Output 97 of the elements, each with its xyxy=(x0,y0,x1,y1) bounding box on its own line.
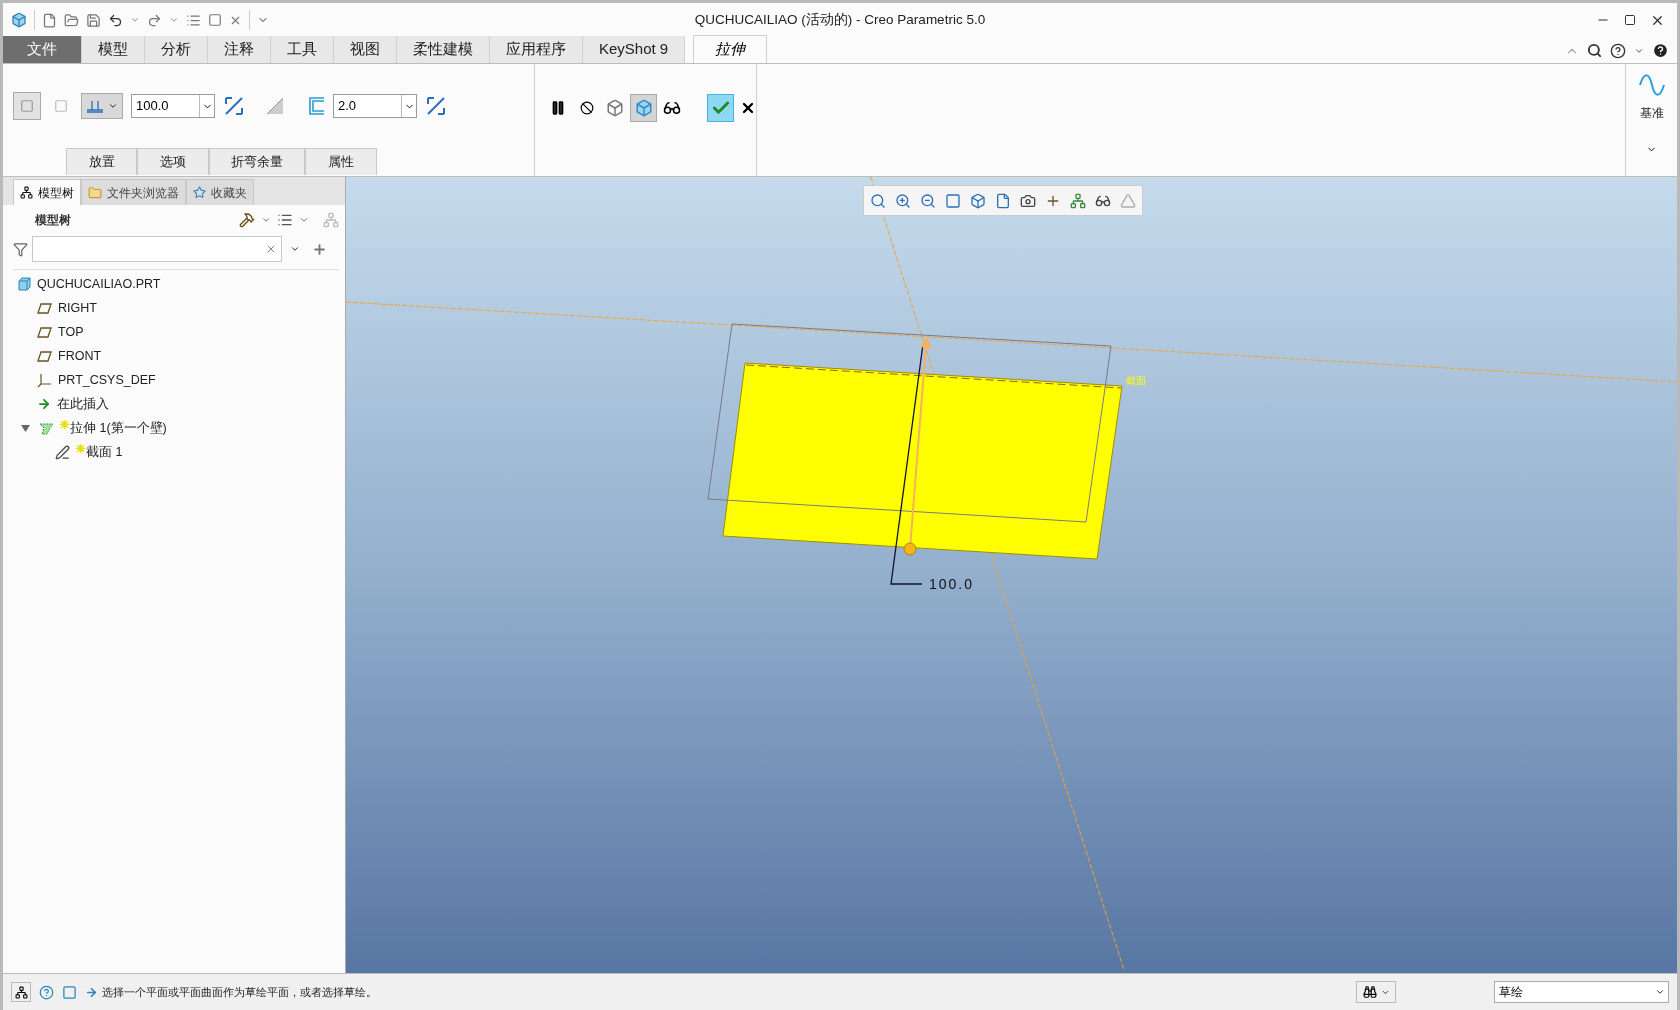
new-file-icon[interactable] xyxy=(42,12,57,28)
mode-dropdown[interactable]: 草绘 xyxy=(1494,981,1669,1003)
caret-icon[interactable] xyxy=(299,215,309,225)
panel-tab[interactable]: 属性 xyxy=(305,148,377,175)
folder-icon xyxy=(88,185,102,200)
arrow-icon xyxy=(85,985,98,999)
app-cube-icon[interactable] xyxy=(11,12,27,28)
caret-icon[interactable] xyxy=(261,215,271,225)
status-message: 选择一个平面或平面曲面作为草绘平面，或者选择草绘。 xyxy=(102,984,377,1000)
panel-title: 模型树 xyxy=(35,212,71,229)
ribbon-tab[interactable]: 视图 xyxy=(334,36,397,63)
help-icon[interactable] xyxy=(1652,42,1669,59)
caret-icon xyxy=(108,101,118,111)
tree-item[interactable]: RIGHT xyxy=(58,298,97,318)
zoom-fit-icon[interactable] xyxy=(870,192,886,209)
tree-item[interactable]: 在此插入 xyxy=(57,394,109,414)
maximize-icon[interactable] xyxy=(1624,14,1636,26)
open-folder-icon[interactable] xyxy=(64,12,79,28)
flip-arrow-icon[interactable] xyxy=(223,95,245,117)
add-icon[interactable] xyxy=(312,241,327,257)
ribbon-tab[interactable]: 模型 xyxy=(82,36,145,63)
windows-icon[interactable] xyxy=(208,13,222,27)
zoom-in-icon[interactable] xyxy=(895,192,911,209)
plane-icon xyxy=(37,350,52,362)
zoom-out-icon[interactable] xyxy=(920,192,936,209)
wireframe-cube-icon xyxy=(606,99,625,117)
filter-icon[interactable] xyxy=(13,241,28,257)
depth-option-button[interactable] xyxy=(81,93,123,119)
camera-icon[interactable] xyxy=(1020,192,1036,209)
ribbon-tab[interactable]: 文件 xyxy=(3,36,82,63)
square-icon xyxy=(20,99,34,113)
tree-item[interactable]: FRONT xyxy=(58,346,102,366)
redo-icon[interactable] xyxy=(147,12,162,28)
axes-icon xyxy=(37,372,52,388)
save-icon[interactable] xyxy=(86,12,101,28)
plane-icon xyxy=(37,302,52,314)
drag-handle[interactable] xyxy=(903,542,917,556)
number-field[interactable]: 2.0 xyxy=(333,94,417,118)
arrow-icon xyxy=(37,397,51,411)
tree-item[interactable]: 拉伸 1(第一个壁) xyxy=(70,418,167,438)
depth-icon xyxy=(86,99,104,113)
thicken-icon[interactable] xyxy=(309,97,325,115)
panel-tab[interactable]: 放置 xyxy=(66,148,137,175)
binoculars-icon xyxy=(1362,985,1377,999)
section-label: 截面 xyxy=(1126,374,1146,388)
window-title: QUCHUCAILIAO (活动的) - Creo Parametric 5.0 xyxy=(694,10,986,29)
extrude-icon xyxy=(38,421,54,435)
tree-item[interactable]: 截面 1 xyxy=(86,442,123,462)
ribbon-tab[interactable]: 拉伸 xyxy=(693,35,768,63)
tree-item[interactable]: QUCHUCAILIAO.PRT xyxy=(37,274,161,294)
no-entry-icon xyxy=(579,101,594,115)
expand-triangle-icon[interactable] xyxy=(21,423,30,433)
ribbon-tab[interactable]: 柔性建模 xyxy=(397,36,490,63)
clear-icon[interactable] xyxy=(265,243,277,255)
sine-curve-icon[interactable] xyxy=(1637,72,1666,98)
ribbon-tab[interactable]: 注释 xyxy=(208,36,271,63)
star-folder-icon xyxy=(193,186,206,199)
panel-tab[interactable]: 文件夹浏览器 xyxy=(81,179,186,205)
ribbon-tab[interactable]: 应用程序 xyxy=(490,36,583,63)
ok-button[interactable] xyxy=(707,94,735,122)
tree-icon xyxy=(20,186,33,199)
ribbon-tab[interactable]: 分析 xyxy=(145,36,208,63)
cube-icon xyxy=(634,99,653,117)
ribbon-tab[interactable]: KeyShot 9 xyxy=(583,36,686,63)
panel-tab[interactable]: 选项 xyxy=(137,148,209,175)
number-field[interactable]: 100.0 xyxy=(131,94,215,118)
sketch-icon xyxy=(55,444,70,460)
nodes-icon[interactable] xyxy=(1070,192,1086,209)
ribbon-tab[interactable]: 工具 xyxy=(271,36,334,63)
dropdown-value: 草绘 xyxy=(1498,984,1524,1001)
panel-tab[interactable]: 折弯余量 xyxy=(209,148,305,175)
tree-item[interactable]: TOP xyxy=(58,322,84,342)
window-icon[interactable] xyxy=(62,984,77,1000)
list-icon[interactable] xyxy=(277,212,293,228)
remove-material-icon[interactable] xyxy=(265,96,285,116)
caret-icon[interactable] xyxy=(290,244,300,254)
binoculars-button[interactable] xyxy=(1356,981,1396,1003)
search-field[interactable] xyxy=(32,236,282,262)
panel-tab[interactable]: 模型树 xyxy=(13,179,81,205)
plane-icon xyxy=(37,326,52,338)
flip-arrow-icon[interactable] xyxy=(425,95,447,117)
tree-icon[interactable] xyxy=(11,982,31,1002)
dropdown-caret-icon[interactable] xyxy=(401,95,416,117)
panel-tab[interactable]: 收藏夹 xyxy=(186,179,254,205)
search-icon[interactable] xyxy=(1587,43,1602,58)
dropdown-caret-icon[interactable] xyxy=(199,95,214,117)
glasses-icon xyxy=(663,99,682,117)
dimension-label: 100.0 xyxy=(929,575,975,594)
tree-item[interactable]: PRT_CSYS_DEF xyxy=(58,370,156,390)
field-value: 2.0 xyxy=(337,97,358,116)
cube-icon xyxy=(17,277,31,291)
square-icon xyxy=(54,99,68,113)
group-label: 基准 xyxy=(1639,105,1664,122)
field-value: 100.0 xyxy=(135,97,170,116)
graphics-viewport[interactable]: 100.0 截面 xyxy=(346,177,1677,973)
hammer-icon[interactable] xyxy=(239,212,255,228)
undo-icon[interactable] xyxy=(108,12,123,28)
